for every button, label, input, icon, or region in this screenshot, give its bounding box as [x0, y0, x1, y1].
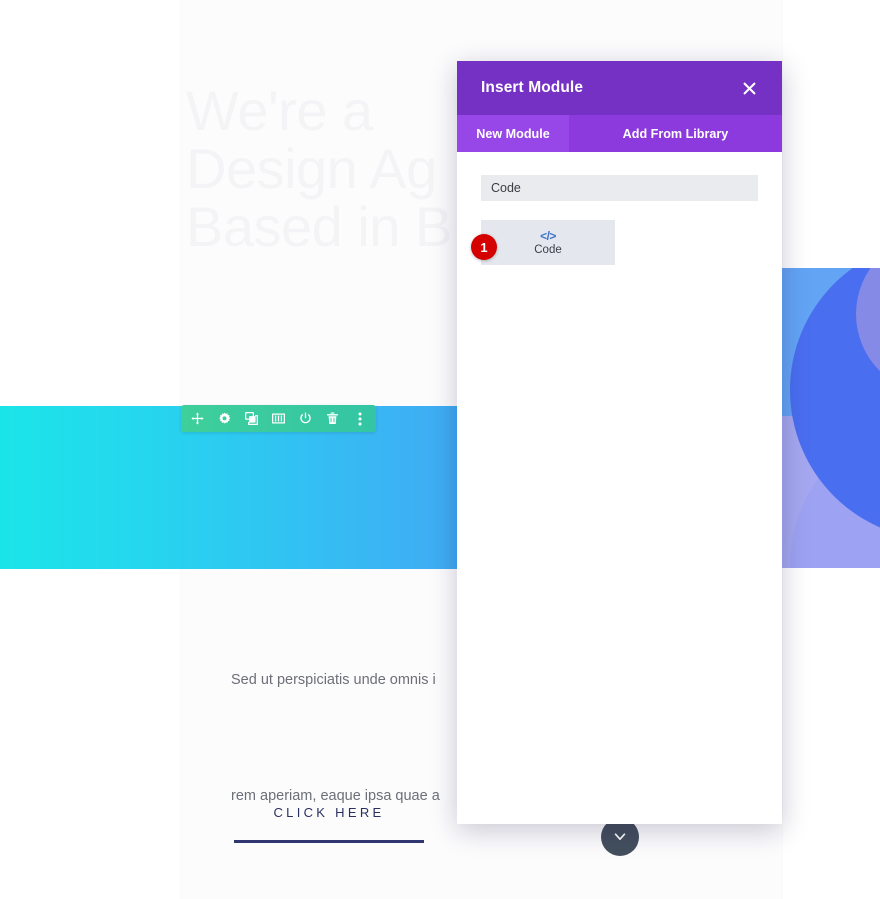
screenshot-stage: We're a Design Ag Based in B Sed ut pers…	[0, 0, 880, 899]
modal-body: </> Code	[457, 152, 782, 824]
power-icon	[300, 412, 311, 424]
cta-label: CLICK HERE	[273, 805, 385, 820]
section-settings-button[interactable]	[217, 411, 232, 427]
column-structure-button[interactable]	[271, 411, 286, 427]
section-hover-toolbar[interactable]	[181, 405, 376, 432]
move-section-button[interactable]	[190, 411, 205, 427]
tab-add-from-library[interactable]: Add From Library	[569, 115, 782, 152]
columns-icon	[272, 413, 285, 424]
step-badge-1: 1	[471, 234, 497, 260]
close-icon	[743, 82, 755, 94]
gear-icon	[219, 412, 231, 424]
modal-tabs: New Module Add From Library	[457, 115, 782, 152]
body-line: explicabo. Nemo enim ipsam vo aut fugit,…	[231, 893, 880, 899]
modal-title: Insert Module	[481, 79, 584, 96]
close-button[interactable]	[738, 77, 760, 99]
tab-new-module[interactable]: New Module	[457, 115, 569, 152]
duplicate-icon	[245, 412, 258, 425]
trash-icon	[327, 412, 338, 425]
insert-module-modal: Insert Module New Module Add From Librar…	[457, 61, 782, 824]
search-input[interactable]	[481, 175, 758, 201]
duplicate-section-button[interactable]	[244, 411, 259, 427]
decorative-graphic	[782, 268, 880, 568]
module-tile-label: Code	[534, 243, 562, 256]
more-options-button[interactable]	[352, 411, 367, 427]
cta-underline	[234, 840, 424, 843]
more-options-icon	[358, 412, 361, 425]
disable-section-button[interactable]	[298, 411, 313, 427]
delete-section-button[interactable]	[325, 411, 340, 427]
cta-button[interactable]: CLICK HERE	[234, 805, 424, 843]
chevron-down-icon	[614, 833, 626, 840]
code-icon: </>	[540, 228, 556, 243]
modal-header: Insert Module	[457, 61, 782, 115]
module-results-grid: </> Code	[481, 220, 758, 265]
move-icon	[191, 412, 204, 425]
module-tile-code[interactable]: </> Code	[481, 220, 615, 265]
